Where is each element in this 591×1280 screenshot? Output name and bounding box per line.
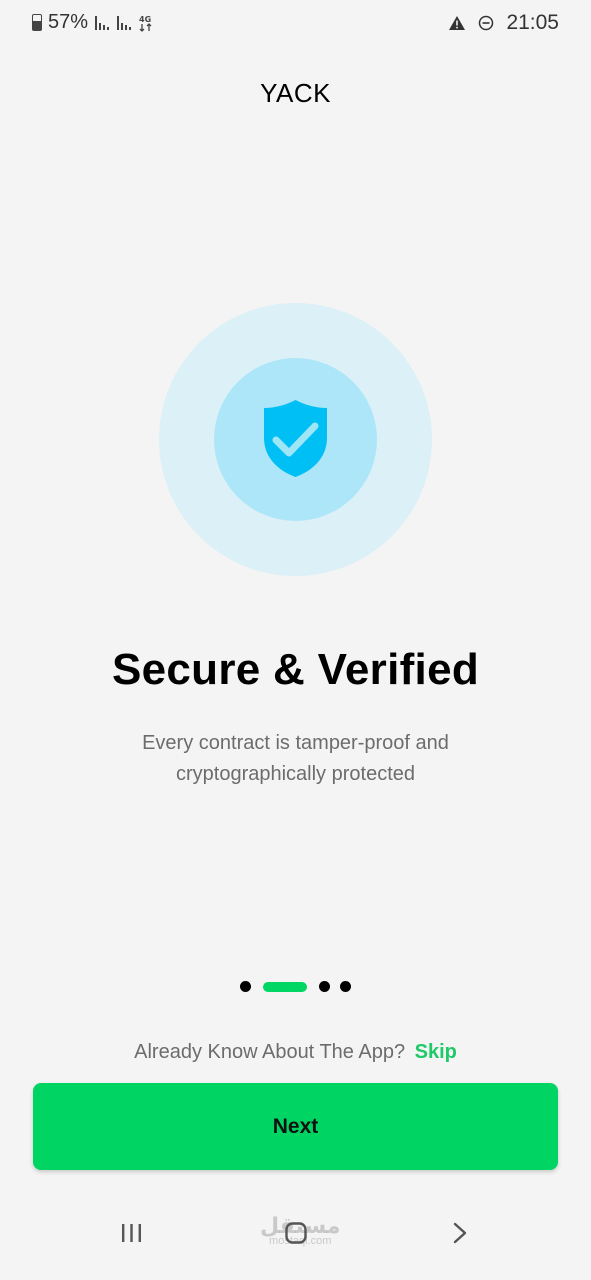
page-indicator [0,981,591,992]
onboarding-headline: Secure & Verified [111,645,480,694]
battery-percent: 57% [48,11,89,33]
signal-icon [94,15,110,31]
home-icon[interactable] [285,1222,307,1249]
skip-link[interactable]: Skip [415,1041,457,1063]
shield-check-icon [262,398,329,484]
page-dot[interactable] [340,981,351,992]
battery-icon [32,14,42,31]
next-button[interactable]: Next [33,1083,558,1170]
hero-inner-circle [214,358,377,521]
warning-icon [448,15,466,31]
do-not-disturb-icon [478,15,494,31]
network-type: 4G [139,15,151,24]
status-left: 57% 4G [32,11,154,34]
status-bar: 57% 4G 21:05 [0,0,591,44]
status-right: 21:05 [448,11,559,35]
status-time: 21:05 [506,11,559,34]
recents-icon[interactable] [121,1222,143,1249]
page-dot[interactable] [319,981,330,992]
system-nav-bar [0,1210,591,1280]
page-dot[interactable] [240,981,251,992]
page-dot-active[interactable] [263,981,307,992]
skip-row: Already Know About The App? Skip [0,1041,591,1064]
skip-prompt: Already Know About The App? [134,1041,406,1063]
signal-icon [116,15,132,31]
network-4g-icon: 4G [138,14,154,32]
onboarding-subtitle: Every contract is tamper-proof and crypt… [142,732,449,785]
hero-illustration [159,303,432,576]
app-title: YACK [260,78,331,108]
back-icon[interactable] [452,1222,468,1249]
